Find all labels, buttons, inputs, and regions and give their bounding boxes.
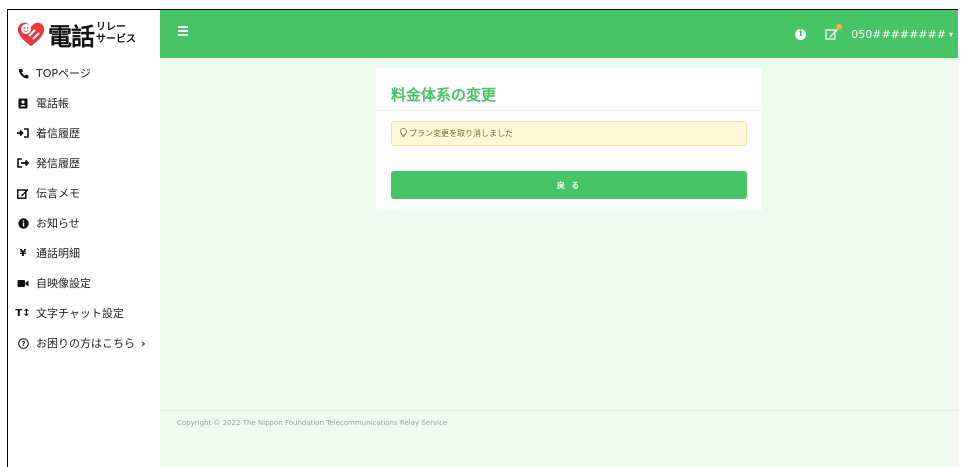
sidebar-item-label: 発信履歴 (36, 157, 80, 170)
sidebar-item-outgoing[interactable]: 発信履歴 (8, 148, 160, 178)
user-number[interactable]: 050######## (851, 28, 946, 41)
footer: Copyright © 2022 The Nippon Foundation T… (160, 410, 958, 467)
sidebar-item-help[interactable]: ? お困りの方はこちら › (8, 328, 160, 358)
address-book-icon (16, 98, 30, 109)
sidebar-item-label: 自映像設定 (36, 277, 91, 290)
page-title: 料金体系の変更 (391, 86, 497, 104)
sidebar-item-call-details[interactable]: ¥ 通話明細 (8, 238, 160, 268)
header-bar: i 050######## ▾ (160, 10, 958, 58)
sidebar-item-label: 伝言メモ (36, 187, 80, 200)
lightbulb-icon (400, 128, 407, 139)
incoming-icon (16, 128, 30, 138)
video-icon (16, 279, 30, 288)
sidebar-item-memo[interactable]: 伝言メモ (8, 178, 160, 208)
card-divider (376, 110, 762, 111)
logo-main-text: 電話 (48, 22, 95, 51)
notification-dot (836, 24, 843, 30)
svg-text:?: ? (21, 340, 25, 348)
phone-icon (16, 68, 30, 79)
sidebar-item-top[interactable]: TOPページ (8, 58, 160, 88)
heart-logo-icon (16, 20, 46, 48)
sidebar-item-news[interactable]: お知らせ (8, 208, 160, 238)
edit-memo-icon[interactable] (825, 24, 843, 40)
info-icon[interactable]: i (795, 28, 807, 40)
sidebar-item-text-chat-settings[interactable]: T↕ 文字チャット設定 (8, 298, 160, 328)
header-actions: i 050######## ▾ (795, 10, 958, 58)
sidebar-item-phonebook[interactable]: 電話帳 (8, 88, 160, 118)
logo[interactable]: 電話 リレー サービス (8, 10, 160, 58)
sidebar-item-label: 電話帳 (36, 97, 69, 110)
alert-message: プラン変更を取り消しました (409, 129, 513, 138)
chevron-right-icon: › (141, 336, 146, 350)
yen-icon: ¥ (19, 247, 27, 259)
info-icon (16, 217, 30, 229)
hamburger-icon[interactable] (178, 26, 188, 38)
memo-icon (16, 188, 30, 199)
main-content: 料金体系の変更 プラン変更を取り消しました 戻 る (160, 58, 958, 410)
sidebar-item-label: 通話明細 (36, 247, 80, 260)
sidebar-item-label: TOPページ (36, 67, 91, 80)
sidebar-item-video-settings[interactable]: 自映像設定 (8, 268, 160, 298)
app-frame: 電話 リレー サービス i 050######## ▾ TOPページ 電話帳 着… (7, 9, 958, 467)
sidebar-item-label: 文字チャット設定 (36, 307, 124, 320)
copyright-text: Copyright © 2022 The Nippon Foundation T… (177, 419, 448, 427)
logo-sub-bottom: サービス (96, 34, 136, 45)
text-size-icon: T↕ (15, 307, 31, 319)
caret-down-icon[interactable]: ▾ (949, 30, 953, 39)
sidebar: TOPページ 電話帳 着信履歴 発信履歴 伝言メモ お知らせ ¥ 通話明細 自映… (8, 58, 160, 467)
logo-sub-top: リレー (96, 22, 126, 33)
logo-sub-text: リレー サービス (96, 22, 136, 46)
status-alert: プラン変更を取り消しました (391, 121, 747, 146)
back-button[interactable]: 戻 る (391, 171, 747, 199)
sidebar-item-label: お知らせ (36, 217, 80, 230)
plan-change-card: 料金体系の変更 プラン変更を取り消しました 戻 る (376, 68, 762, 210)
sidebar-item-incoming[interactable]: 着信履歴 (8, 118, 160, 148)
help-icon: ? (16, 337, 30, 349)
sidebar-item-label: 着信履歴 (36, 127, 80, 140)
top-bar: 電話 リレー サービス i 050######## ▾ (8, 10, 958, 58)
outgoing-icon (16, 158, 30, 168)
sidebar-item-label: お困りの方はこちら (36, 337, 135, 350)
